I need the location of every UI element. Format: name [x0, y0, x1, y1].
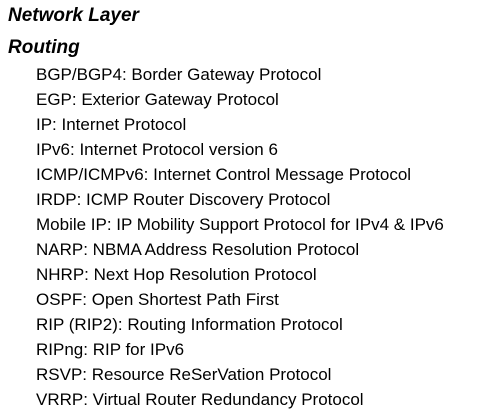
list-item: RIPng: RIP for IPv6	[36, 340, 185, 359]
list-item: NARP: NBMA Address Resolution Protocol	[36, 240, 360, 259]
protocol-list: BGP/BGP4: Border Gateway Protocol EGP: E…	[36, 62, 444, 412]
list-item: EGP: Exterior Gateway Protocol	[36, 90, 279, 109]
document-page: Network Layer Routing BGP/BGP4: Border G…	[0, 0, 496, 418]
list-item: Mobile IP: IP Mobility Support Protocol …	[36, 215, 444, 234]
list-item: ICMP/ICMPv6: Internet Control Message Pr…	[36, 165, 412, 184]
list-item: IPv6: Internet Protocol version 6	[36, 140, 278, 159]
list-item: RIP (RIP2): Routing Information Protocol	[36, 315, 343, 334]
list-item: OSPF: Open Shortest Path First	[36, 290, 279, 309]
section-heading: Network Layer	[8, 5, 139, 26]
subsection-heading: Routing	[8, 37, 80, 58]
list-item: VRRP: Virtual Router Redundancy Protocol	[36, 390, 364, 409]
list-item: RSVP: Resource ReSerVation Protocol	[36, 365, 332, 384]
list-item: IRDP: ICMP Router Discovery Protocol	[36, 190, 331, 209]
list-item: IP: Internet Protocol	[36, 115, 187, 134]
list-item: NHRP: Next Hop Resolution Protocol	[36, 265, 317, 284]
list-item: BGP/BGP4: Border Gateway Protocol	[36, 65, 322, 84]
